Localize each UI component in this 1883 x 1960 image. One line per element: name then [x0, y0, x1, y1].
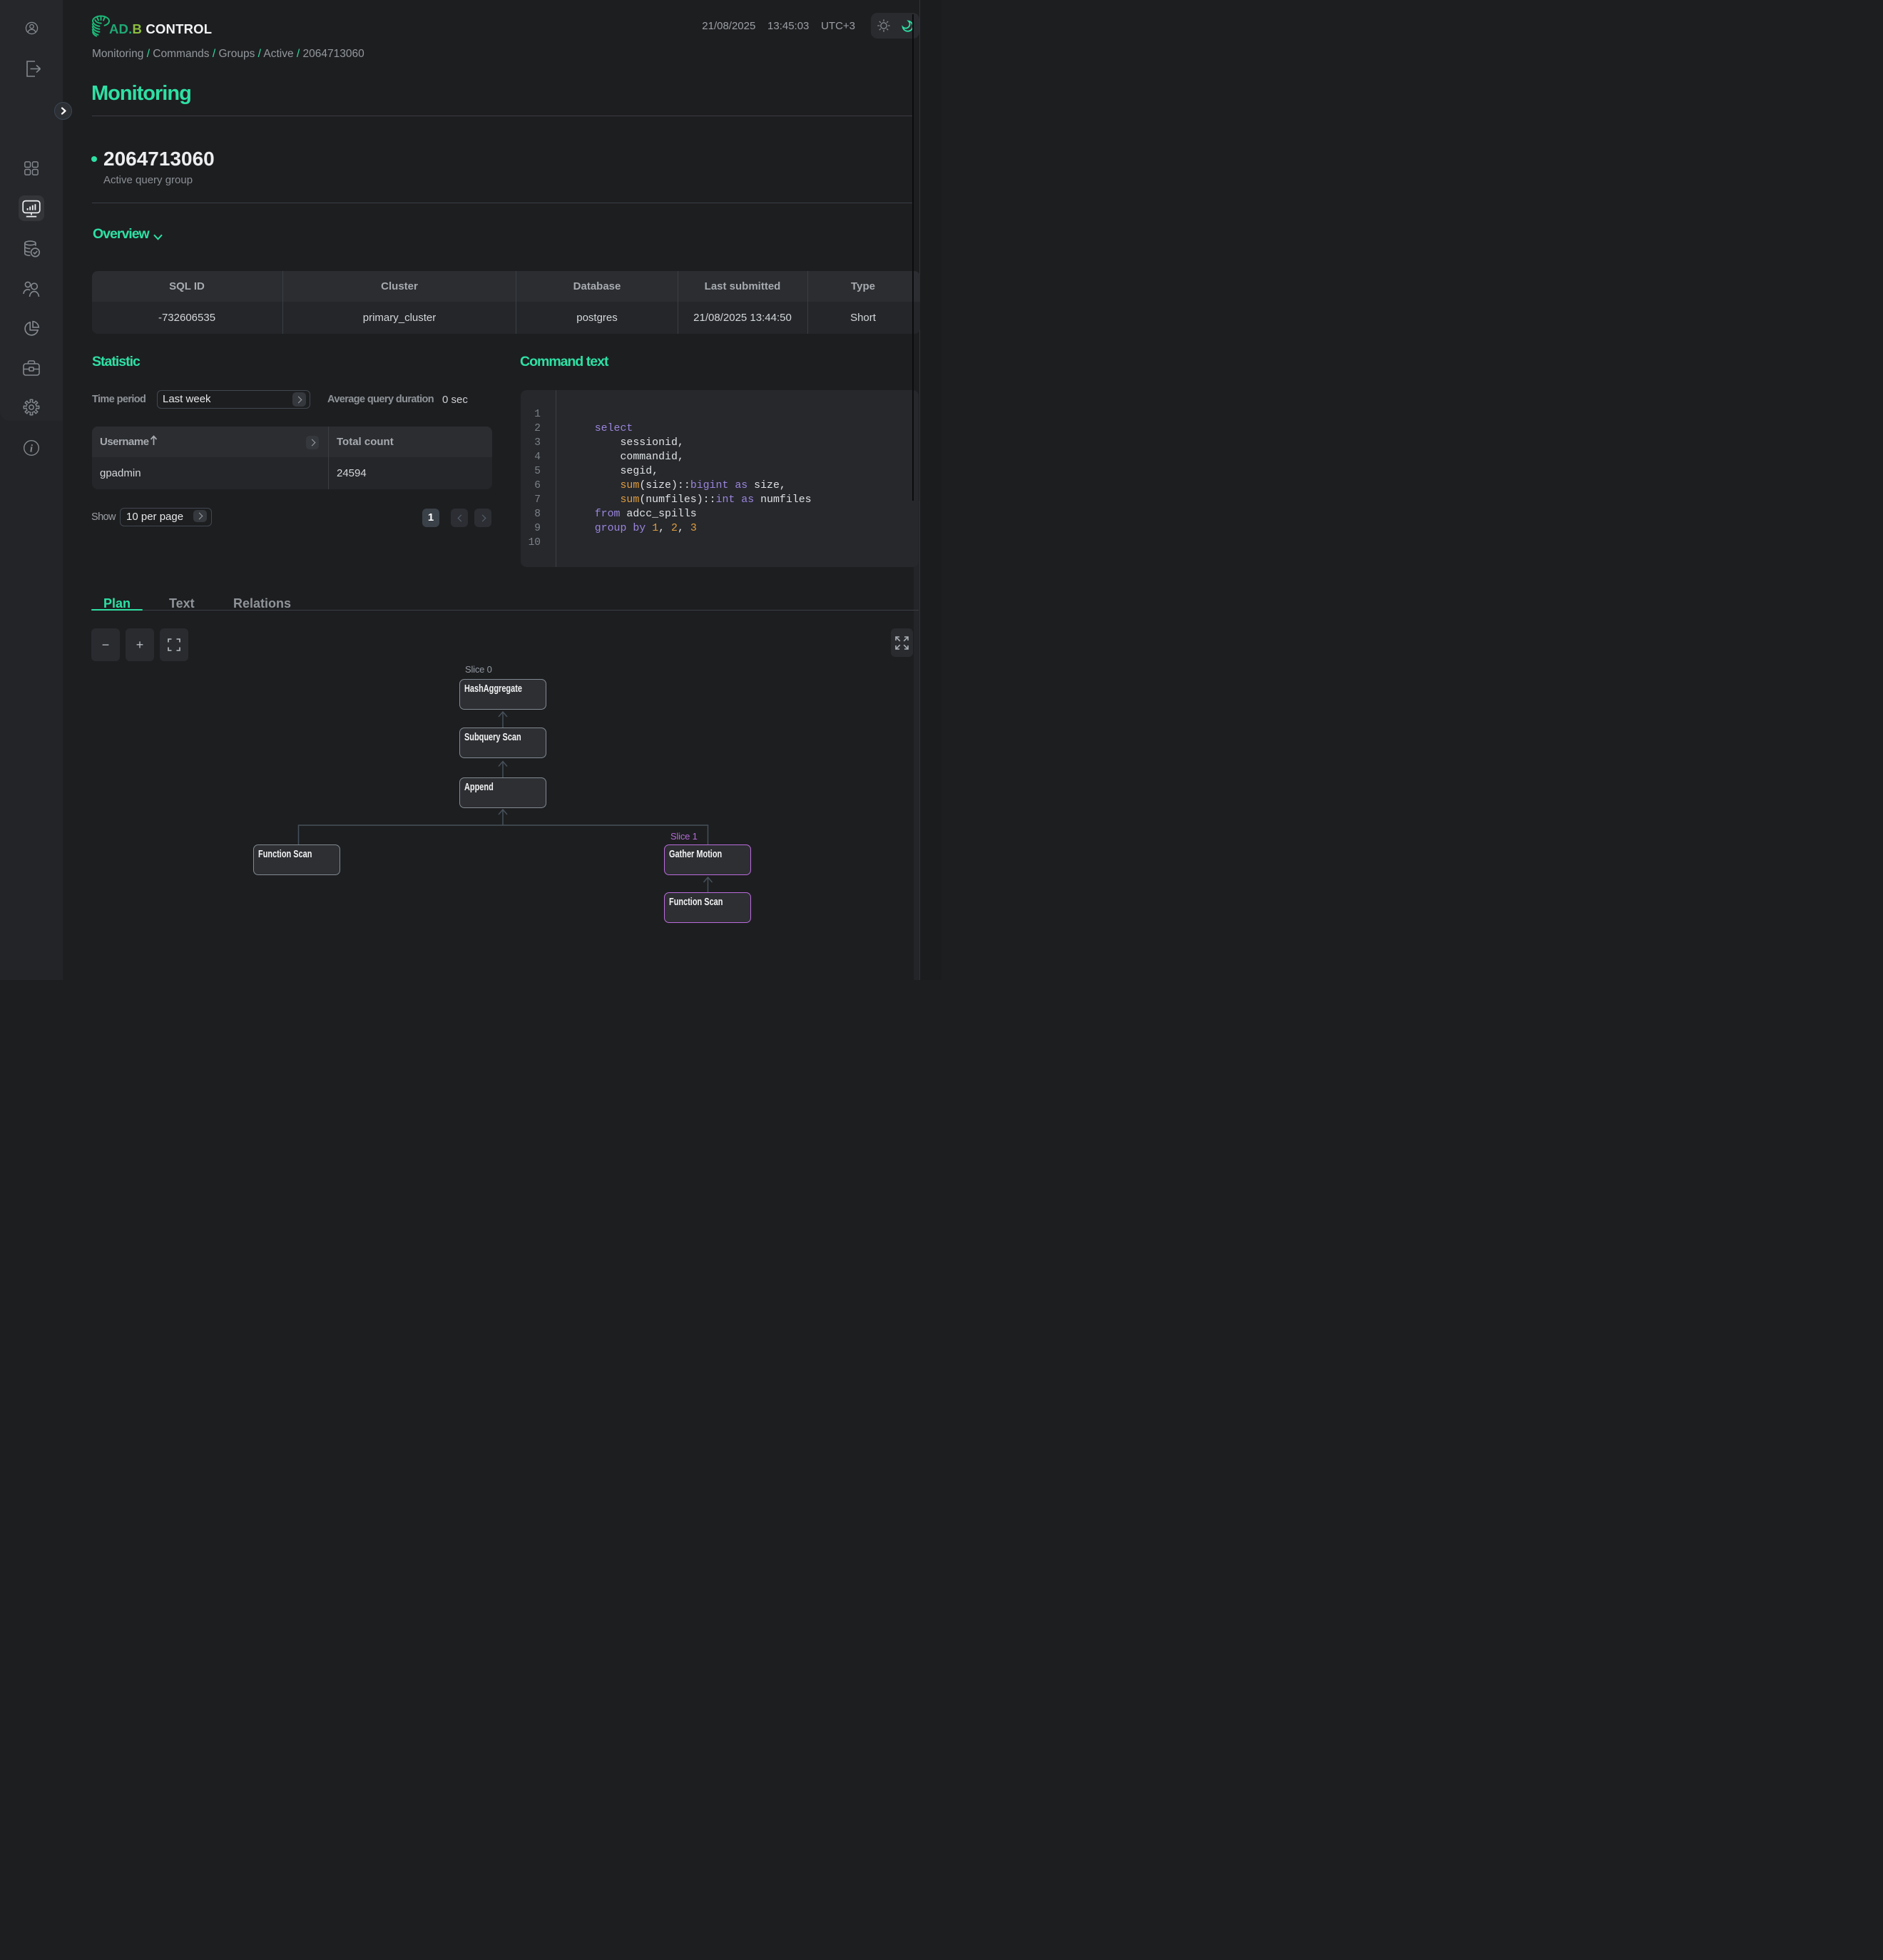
svg-text:i: i: [30, 444, 34, 455]
